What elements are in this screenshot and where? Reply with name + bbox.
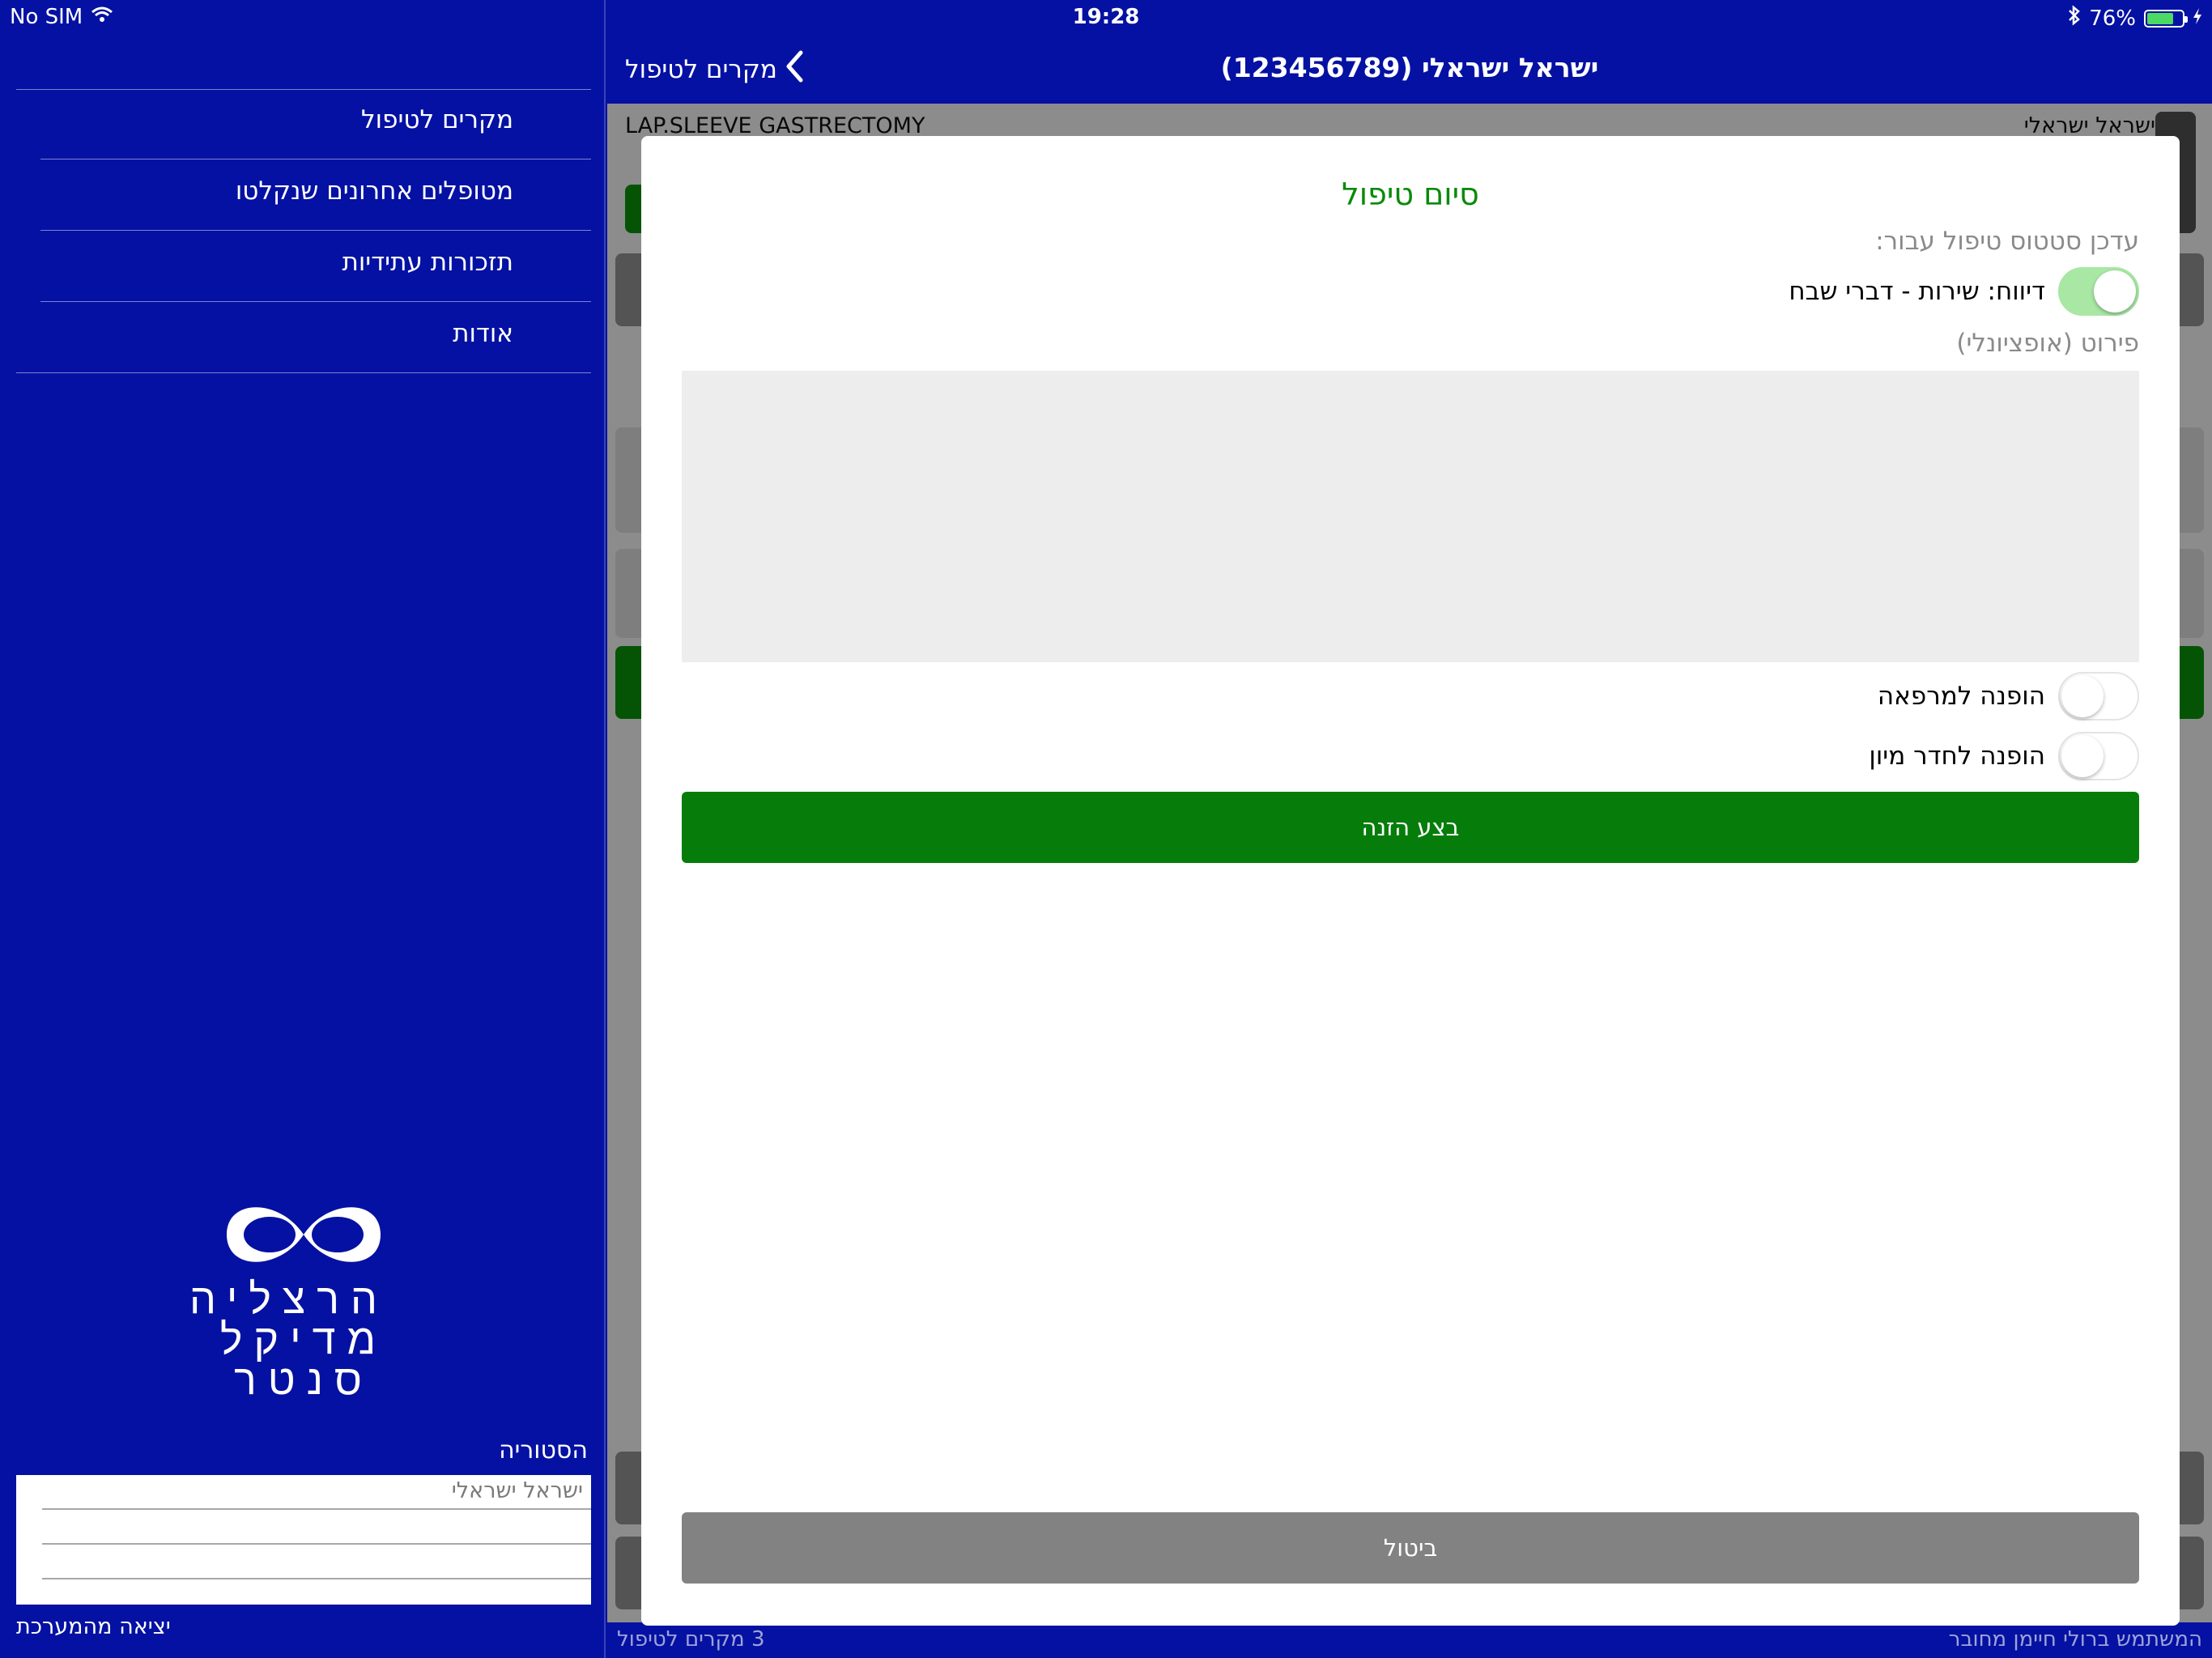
status-right: 76% [2068, 5, 2202, 32]
dialog-title: סיום טיפול [1342, 176, 1479, 212]
end-treatment-dialog: סיום טיפול עדכן סטטוס טיפול עבור: דיווח:… [641, 136, 2180, 1626]
hospital-logo: הרצליה מדיקל סנטר [189, 1190, 389, 1405]
toggle-label: הופנה למרפאה [1877, 682, 2045, 711]
update-status-label: עדכן סטטוס טיפול עבור: [1875, 227, 2139, 256]
sidebar-item-recent-patients[interactable]: מטופלים אחרונים שנקלטו [236, 176, 513, 206]
menu-divider [40, 301, 591, 302]
history-item[interactable]: ישראל ישראלי [452, 1478, 583, 1503]
history-title: הסטוריה [499, 1436, 588, 1465]
details-textarea[interactable] [682, 371, 2139, 662]
menu-divider [40, 230, 591, 231]
footer-bar: 3 מקרים לטיפול המשתמש ברולי חיימן מחובר [607, 1622, 2212, 1658]
toggle-row-er: הופנה לחדר מיון [1869, 732, 2139, 780]
infinity-logo-icon [227, 1207, 381, 1262]
battery-icon [2144, 9, 2188, 28]
menu-divider [16, 89, 591, 90]
page-title: ישראל ישראלי (123456789) [1220, 52, 1599, 83]
logo-text-line: סנטר [233, 1356, 374, 1405]
toggle-label: הופנה לחדר מיון [1869, 742, 2045, 771]
er-referral-toggle[interactable] [2058, 732, 2139, 780]
toggle-row-praise-report: דיווח: שירות - דברי שבח [1789, 267, 2139, 316]
charging-icon [2193, 6, 2202, 31]
status-bar: No SIM 19:28 76% [0, 0, 2212, 34]
battery-percent: 76% [2089, 6, 2136, 31]
history-divider [42, 1578, 591, 1579]
history-divider [42, 1543, 591, 1545]
sidebar-item-cases[interactable]: מקרים לטיפול [361, 105, 513, 134]
clock: 19:28 [1072, 5, 1140, 29]
logged-in-user: המשתמש ברולי חיימן מחובר [1948, 1627, 2202, 1652]
navigation-bar: מקרים לטיפול ישראל ישראלי (123456789) [607, 34, 2212, 104]
sidebar: מקרים לטיפול מטופלים אחרונים שנקלטו תזכו… [0, 0, 606, 1658]
details-label: פירוט (אופציונלי) [1956, 329, 2139, 358]
history-divider [42, 1508, 591, 1510]
bluetooth-icon [2068, 5, 2081, 32]
clinic-referral-toggle[interactable] [2058, 672, 2139, 721]
sidebar-item-reminders[interactable]: תזכורות עתידיות [342, 248, 513, 277]
logo-text-line: הרצליה [189, 1275, 389, 1324]
toggle-row-clinic: הופנה למרפאה [1878, 672, 2139, 721]
toggle-label: דיווח: שירות - דברי שבח [1789, 277, 2045, 306]
cancel-button[interactable]: ביטול [682, 1512, 2139, 1584]
menu-divider [16, 372, 591, 373]
history-list: ישראל ישראלי [16, 1475, 591, 1605]
cases-count: 3 מקרים לטיפול [617, 1627, 765, 1652]
logout-link[interactable]: יציאה מהמערכת [16, 1614, 171, 1639]
logo-text-line: מדיקל [219, 1316, 388, 1364]
sidebar-item-about[interactable]: אודות [453, 319, 513, 348]
submit-button[interactable]: בצע הזנה [682, 792, 2139, 863]
praise-report-toggle[interactable] [2058, 267, 2139, 316]
